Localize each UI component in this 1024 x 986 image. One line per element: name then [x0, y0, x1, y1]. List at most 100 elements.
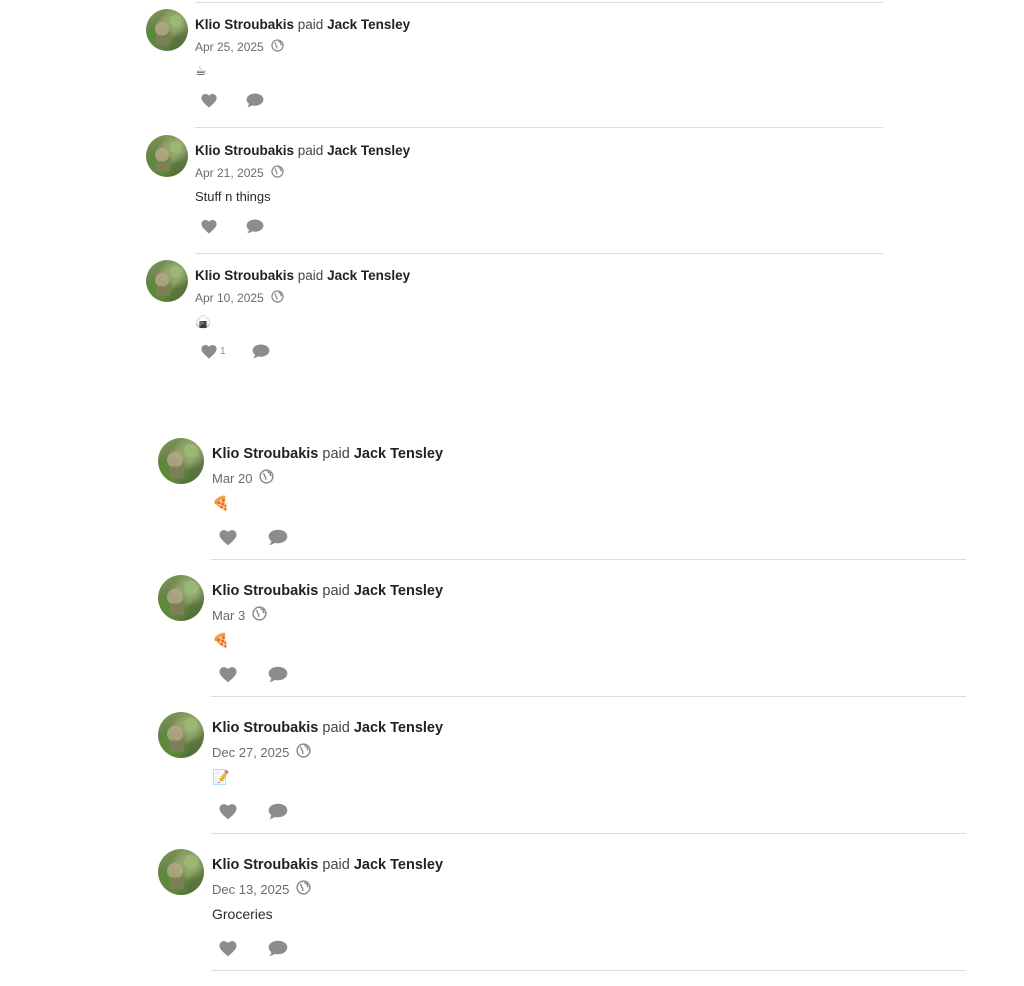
divider: [211, 970, 966, 971]
payer-name[interactable]: Klio Stroubakis: [212, 446, 318, 462]
comment-bubble-icon: [246, 219, 264, 234]
transaction-note: Groceries: [212, 906, 273, 922]
comment-button[interactable]: [268, 529, 288, 546]
transaction-date: Mar 3: [212, 607, 246, 623]
payee-name[interactable]: Jack Tensley: [354, 583, 443, 599]
globe-icon: [296, 880, 311, 898]
avatar[interactable]: [158, 712, 204, 758]
transaction-actions: [201, 219, 264, 234]
globe-icon: [296, 743, 311, 761]
like-button[interactable]: [201, 93, 220, 108]
transaction-verb: paid: [297, 143, 324, 158]
like-button[interactable]: [219, 529, 240, 546]
divider: [211, 833, 966, 834]
transaction-meta: Mar 3: [212, 606, 267, 624]
transaction-meta: Apr 25, 2025: [195, 39, 284, 55]
transaction-title: Klio Stroubakis paid Jack Tensley: [212, 720, 443, 736]
comment-button[interactable]: [268, 666, 288, 683]
globe-icon: [259, 469, 275, 487]
transaction-note: 📝: [212, 770, 230, 786]
heart-icon: [219, 940, 237, 956]
transaction-actions: [219, 803, 288, 820]
divider: [195, 2, 883, 3]
comment-button[interactable]: [268, 803, 288, 820]
transaction-verb: paid: [297, 17, 324, 32]
comment-bubble-icon: [268, 666, 288, 682]
transaction-meta: Mar 20: [212, 469, 275, 487]
comment-button[interactable]: [268, 940, 288, 957]
payer-name[interactable]: Klio Stroubakis: [195, 17, 294, 32]
transaction-meta: Apr 21, 2025: [195, 165, 284, 181]
like-button[interactable]: 1: [201, 344, 226, 359]
payee-name[interactable]: Jack Tensley: [327, 17, 410, 32]
heart-icon: [219, 803, 237, 819]
heart-icon: [201, 219, 217, 234]
avatar[interactable]: [146, 9, 188, 51]
payer-name[interactable]: Klio Stroubakis: [212, 857, 318, 873]
like-button[interactable]: [219, 666, 240, 683]
transaction-actions: [219, 940, 288, 957]
transaction-date: Apr 25, 2025: [195, 40, 264, 54]
transaction-title: Klio Stroubakis paid Jack Tensley: [212, 446, 443, 462]
avatar[interactable]: [158, 849, 204, 895]
heart-icon: [219, 666, 237, 682]
avatar[interactable]: [146, 135, 188, 177]
transaction-note: 🍕: [212, 496, 230, 512]
comment-button[interactable]: [246, 93, 264, 108]
transaction-feed: Klio Stroubakis paid Jack Tensley Apr 25…: [0, 0, 1024, 986]
transaction-date: Apr 21, 2025: [195, 166, 264, 180]
comment-button[interactable]: [252, 344, 270, 359]
transaction-note: 🍕: [212, 633, 230, 649]
transaction-note: ☕: [195, 64, 207, 79]
transaction-date: Dec 27, 2025: [212, 744, 290, 760]
transaction-actions: 1: [201, 344, 270, 359]
transaction-title: Klio Stroubakis paid Jack Tensley: [212, 583, 443, 599]
comment-bubble-icon: [268, 940, 288, 956]
transaction-meta: Dec 27, 2025: [212, 743, 311, 761]
like-button[interactable]: [219, 803, 240, 820]
transaction-verb: paid: [322, 720, 350, 736]
transaction-date: Mar 20: [212, 470, 253, 486]
transaction-verb: paid: [322, 857, 350, 873]
divider: [195, 127, 883, 128]
divider: [195, 253, 883, 254]
transaction-note: Stuff n things: [195, 189, 271, 204]
heart-icon: [201, 93, 217, 108]
transaction-date: Dec 13, 2025: [212, 881, 290, 897]
transaction-verb: paid: [297, 268, 324, 283]
comment-bubble-icon: [252, 344, 269, 359]
payee-name[interactable]: Jack Tensley: [354, 446, 443, 462]
heart-icon: [219, 529, 237, 545]
transaction-actions: [219, 529, 288, 546]
payee-name[interactable]: Jack Tensley: [327, 143, 410, 158]
payer-name[interactable]: Klio Stroubakis: [212, 720, 318, 736]
transaction-verb: paid: [322, 446, 350, 462]
comment-bubble-icon: [246, 93, 264, 108]
globe-icon: [271, 39, 284, 55]
heart-icon: [201, 344, 217, 359]
globe-icon: [252, 606, 267, 624]
like-button[interactable]: [201, 219, 220, 234]
payer-name[interactable]: Klio Stroubakis: [195, 268, 294, 283]
like-button[interactable]: [219, 940, 240, 957]
transaction-date: Apr 10, 2025: [195, 291, 264, 305]
comment-button[interactable]: [246, 219, 264, 234]
like-count: 1: [220, 346, 226, 357]
avatar[interactable]: [158, 575, 204, 621]
globe-icon: [271, 165, 284, 181]
transaction-verb: paid: [322, 583, 350, 599]
avatar[interactable]: [146, 260, 188, 302]
transaction-title: Klio Stroubakis paid Jack Tensley: [195, 17, 410, 32]
comment-bubble-icon: [268, 803, 288, 819]
transaction-meta: Apr 10, 2025: [195, 290, 284, 306]
avatar[interactable]: [158, 438, 204, 484]
payee-name[interactable]: Jack Tensley: [354, 857, 443, 873]
payee-name[interactable]: Jack Tensley: [327, 268, 410, 283]
divider: [211, 696, 966, 697]
payer-name[interactable]: Klio Stroubakis: [212, 583, 318, 599]
transaction-title: Klio Stroubakis paid Jack Tensley: [212, 857, 443, 873]
payee-name[interactable]: Jack Tensley: [354, 720, 443, 736]
transaction-actions: [219, 666, 288, 683]
payer-name[interactable]: Klio Stroubakis: [195, 143, 294, 158]
transaction-note: 🍙: [195, 315, 212, 330]
